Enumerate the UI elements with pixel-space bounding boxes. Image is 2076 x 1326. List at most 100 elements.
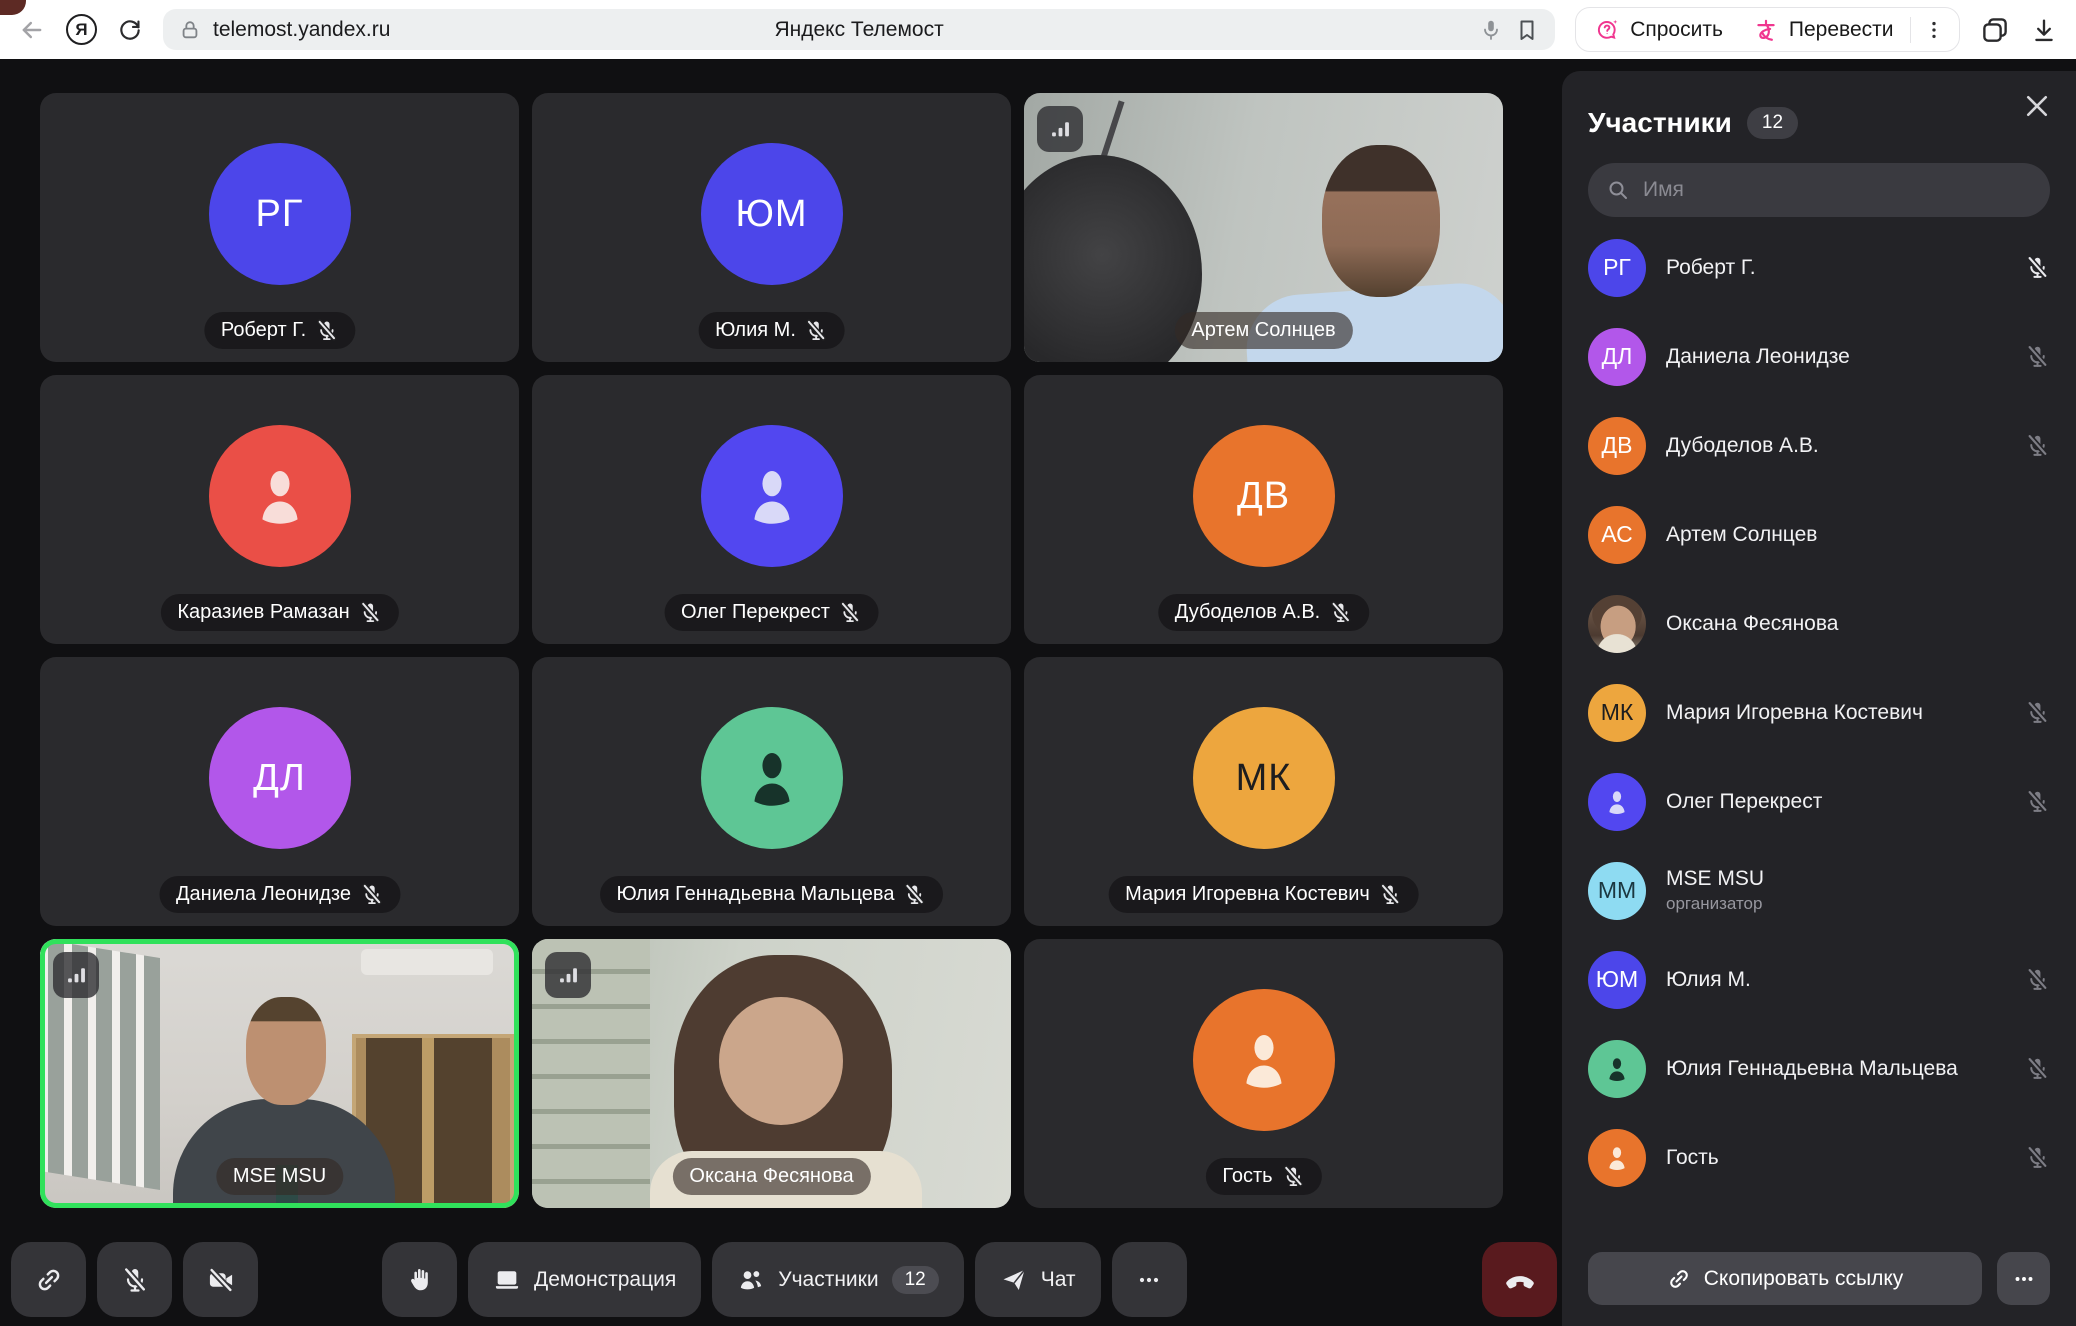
- downloads-icon[interactable]: [2030, 16, 2058, 44]
- refresh-icon[interactable]: [117, 17, 143, 43]
- copy-link-button[interactable]: [11, 1242, 86, 1317]
- hand-icon: [406, 1266, 434, 1294]
- participant-info: Роберт Г.: [1666, 256, 2005, 280]
- close-icon[interactable]: [2022, 91, 2052, 121]
- ellipsis-icon: [1135, 1266, 1163, 1294]
- participant-info: Оксана Фесянова: [1666, 612, 2050, 636]
- participant-name-label: Юлия М.: [698, 312, 845, 349]
- mic-muted-icon: [2025, 433, 2050, 458]
- avatar: ММ: [1588, 862, 1646, 920]
- participant-row[interactable]: Оксана Фесянова: [1588, 579, 2050, 668]
- copy-link-button[interactable]: Скопировать ссылку: [1588, 1252, 1982, 1305]
- participant-row[interactable]: Юлия Геннадьевна Мальцева: [1588, 1024, 2050, 1113]
- person-icon: [243, 459, 317, 533]
- mic-muted-icon: [360, 883, 383, 906]
- participant-row[interactable]: ММ MSE MSUорганизатор: [1588, 846, 2050, 935]
- mic-toggle-button[interactable]: [97, 1242, 172, 1317]
- copy-link-label: Скопировать ссылку: [1704, 1267, 1904, 1291]
- video-tile[interactable]: ЮМ Юлия М.: [532, 93, 1011, 362]
- mic-muted-icon: [839, 601, 862, 624]
- participant-row[interactable]: ДЛ Даниела Леонидзе: [1588, 312, 2050, 401]
- ellipsis-icon: [2011, 1266, 2037, 1292]
- avatar: РГ: [209, 143, 351, 285]
- mic-muted-icon: [903, 883, 926, 906]
- video-tile[interactable]: MSE MSU: [40, 939, 519, 1208]
- avatar: ЮМ: [701, 143, 843, 285]
- avatar: [701, 707, 843, 849]
- mic-muted-icon: [1379, 883, 1402, 906]
- video-tile[interactable]: Гость: [1024, 939, 1503, 1208]
- participant-name: MSE MSU: [1666, 867, 2050, 891]
- search-field[interactable]: [1588, 163, 2050, 217]
- participant-name-label: MSE MSU: [216, 1158, 343, 1195]
- mic-muted-icon: [2025, 344, 2050, 369]
- participant-info: Гость: [1666, 1146, 2005, 1170]
- lock-icon[interactable]: [179, 19, 201, 41]
- url-text[interactable]: telemost.yandex.ru: [213, 18, 390, 42]
- meeting-stage: РГ Роберт Г. ЮМ Юлия М. Артем Солнцев Каразие…: [0, 59, 1562, 1326]
- participant-name: Оксана Фесянова: [689, 1165, 853, 1188]
- yandex-browser-logo[interactable]: Я: [66, 14, 97, 45]
- avatar: ДВ: [1588, 417, 1646, 475]
- participant-name-label: Олег Перекрест: [664, 594, 879, 631]
- participant-name: Юлия М.: [1666, 968, 2005, 992]
- ask-button[interactable]: Спросить: [1580, 8, 1737, 51]
- participant-name: Мария Игоревна Костевич: [1666, 701, 2005, 725]
- participant-name-label: Оксана Фесянова: [672, 1158, 870, 1195]
- video-tile[interactable]: Каразиев Рамазан: [40, 375, 519, 644]
- video-content: [246, 997, 326, 1105]
- voice-search-icon[interactable]: [1479, 18, 1503, 42]
- participant-name: Даниела Леонидзе: [1666, 345, 2005, 369]
- participant-name-label: Роберт Г.: [204, 312, 355, 349]
- mic-muted-icon: [2025, 700, 2050, 725]
- camera-toggle-button[interactable]: [183, 1242, 258, 1317]
- mic-muted-icon: [1329, 601, 1352, 624]
- chat-button[interactable]: Чат: [975, 1242, 1101, 1317]
- video-tile[interactable]: РГ Роберт Г.: [40, 93, 519, 362]
- participant-name: Олег Перекрест: [681, 601, 830, 624]
- translate-button[interactable]: Перевести: [1739, 8, 1908, 51]
- participant-info: MSE MSUорганизатор: [1666, 867, 2050, 914]
- participants-list: РГРоберт Г. ДЛ Даниела Леонидзе ДВДубоделов…: [1588, 223, 2050, 1202]
- video-tile[interactable]: Оксана Фесянова: [532, 939, 1011, 1208]
- translate-label: Перевести: [1789, 18, 1894, 42]
- participants-button[interactable]: Участники 12: [712, 1242, 963, 1317]
- pill-menu-button[interactable]: [1913, 8, 1955, 51]
- raise-hand-button[interactable]: [382, 1242, 457, 1317]
- bookmark-icon[interactable]: [1515, 18, 1539, 42]
- video-content: [361, 949, 493, 975]
- participant-name: Гость: [1666, 1146, 2005, 1170]
- avatar: ДЛ: [209, 707, 351, 849]
- participant-row[interactable]: ЮМЮлия М.: [1588, 935, 2050, 1024]
- mic-muted-icon: [2025, 1145, 2050, 1170]
- video-tile[interactable]: ДВДубоделов А.В.: [1024, 375, 1503, 644]
- avatar: АС: [1588, 506, 1646, 564]
- call-toolbar: Демонстрация Участники 12 Чат: [11, 1242, 1557, 1317]
- tabs-icon[interactable]: [1980, 15, 2010, 45]
- participant-row[interactable]: Олег Перекрест: [1588, 757, 2050, 846]
- video-tile[interactable]: МКМария Игоревна Костевич: [1024, 657, 1503, 926]
- address-bar[interactable]: telemost.yandex.ru Яндекс Телемост: [163, 9, 1555, 50]
- avatar: ДЛ: [1588, 328, 1646, 386]
- video-tile[interactable]: ДЛДаниела Леонидзе: [40, 657, 519, 926]
- panel-footer: Скопировать ссылку: [1588, 1252, 2050, 1305]
- search-input[interactable]: [1641, 177, 2032, 203]
- back-icon[interactable]: [18, 16, 46, 44]
- chat-label: Чат: [1041, 1268, 1076, 1292]
- divider: [1910, 17, 1912, 43]
- avatar: МК: [1588, 684, 1646, 742]
- participant-row[interactable]: ДВДубоделов А.В.: [1588, 401, 2050, 490]
- video-tile[interactable]: Олег Перекрест: [532, 375, 1011, 644]
- share-screen-button[interactable]: Демонстрация: [468, 1242, 701, 1317]
- video-tile[interactable]: Юлия Геннадьевна Мальцева: [532, 657, 1011, 926]
- participant-row[interactable]: Гость: [1588, 1113, 2050, 1202]
- panel-more-button[interactable]: [1997, 1252, 2050, 1305]
- participant-row[interactable]: МК Мария Игоревна Костевич: [1588, 668, 2050, 757]
- video-tile[interactable]: Артем Солнцев: [1024, 93, 1503, 362]
- more-button[interactable]: [1112, 1242, 1187, 1317]
- end-call-button[interactable]: [1482, 1242, 1557, 1317]
- participant-row[interactable]: АСАртем Солнцев: [1588, 490, 2050, 579]
- person-icon: [1601, 1142, 1633, 1174]
- participant-row[interactable]: РГРоберт Г.: [1588, 223, 2050, 312]
- panel-header: Участники 12: [1588, 107, 2050, 139]
